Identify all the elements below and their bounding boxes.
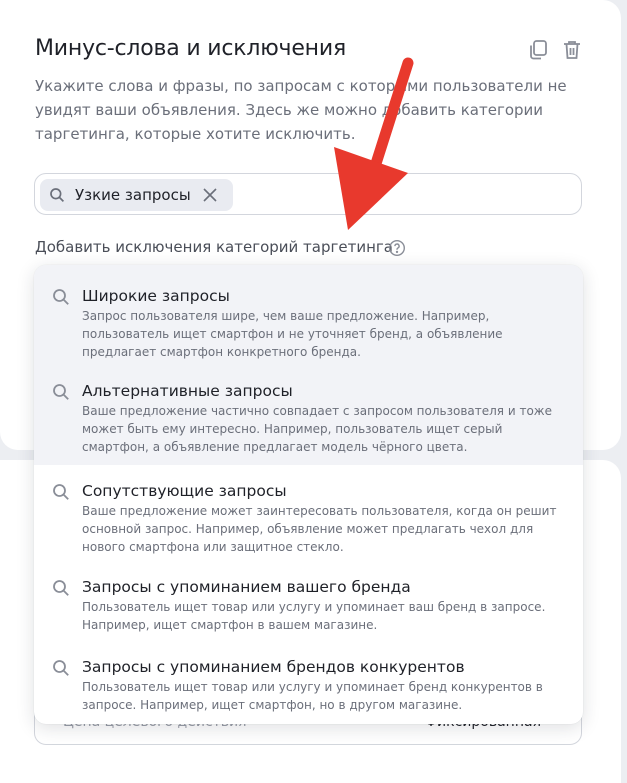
question-circle-icon[interactable] xyxy=(388,239,406,257)
search-icon xyxy=(53,580,69,596)
option-description: Запрос пользователя шире, чем ваше предл… xyxy=(82,309,503,359)
add-exclusions-label: Добавить исключения категорий таргетинга xyxy=(35,238,393,256)
dropdown-option-related[interactable]: Сопутствующие запросы Ваше предложение м… xyxy=(34,465,583,561)
dropdown-option-own-brand[interactable]: Запросы с упоминанием вашего бренда Поль… xyxy=(34,561,583,641)
option-description: Пользователь ищет товар или услугу и упо… xyxy=(82,680,543,712)
copy-icon[interactable] xyxy=(526,38,550,62)
exclusion-chip[interactable]: Узкие запросы xyxy=(40,179,233,211)
close-icon[interactable] xyxy=(200,185,220,205)
search-icon xyxy=(53,384,69,400)
option-title: Широкие запросы xyxy=(82,287,230,305)
section-title: Минус-слова и исключения xyxy=(35,36,346,61)
search-icon xyxy=(53,660,69,676)
search-icon xyxy=(53,289,69,305)
trash-icon[interactable] xyxy=(560,38,584,62)
dropdown-option-broad[interactable]: Широкие запросы Запрос пользователя шире… xyxy=(34,265,583,359)
section-description: Укажите слова и фразы, по запросам с кот… xyxy=(35,77,567,143)
chip-label: Узкие запросы xyxy=(75,186,191,204)
targeting-categories-dropdown: Широкие запросы Запрос пользователя шире… xyxy=(34,265,583,724)
option-description: Пользователь ищет товар или услугу и упо… xyxy=(82,600,546,632)
minus-words-field[interactable]: Узкие запросы xyxy=(34,173,582,215)
search-icon xyxy=(53,484,69,500)
option-description: Ваше предложение может заинтересовать по… xyxy=(82,504,557,554)
option-title: Запросы с упоминанием брендов конкуренто… xyxy=(82,658,465,676)
option-title: Альтернативные запросы xyxy=(82,382,293,400)
search-icon xyxy=(50,188,65,203)
option-title: Сопутствующие запросы xyxy=(82,482,287,500)
dropdown-option-alternative[interactable]: Альтернативные запросы Ваше предложение … xyxy=(34,359,583,465)
dropdown-option-competitor-brands[interactable]: Запросы с упоминанием брендов конкуренто… xyxy=(34,641,583,724)
option-title: Запросы с упоминанием вашего бренда xyxy=(82,578,411,596)
option-description: Ваше предложение частично совпадает с за… xyxy=(82,404,552,454)
